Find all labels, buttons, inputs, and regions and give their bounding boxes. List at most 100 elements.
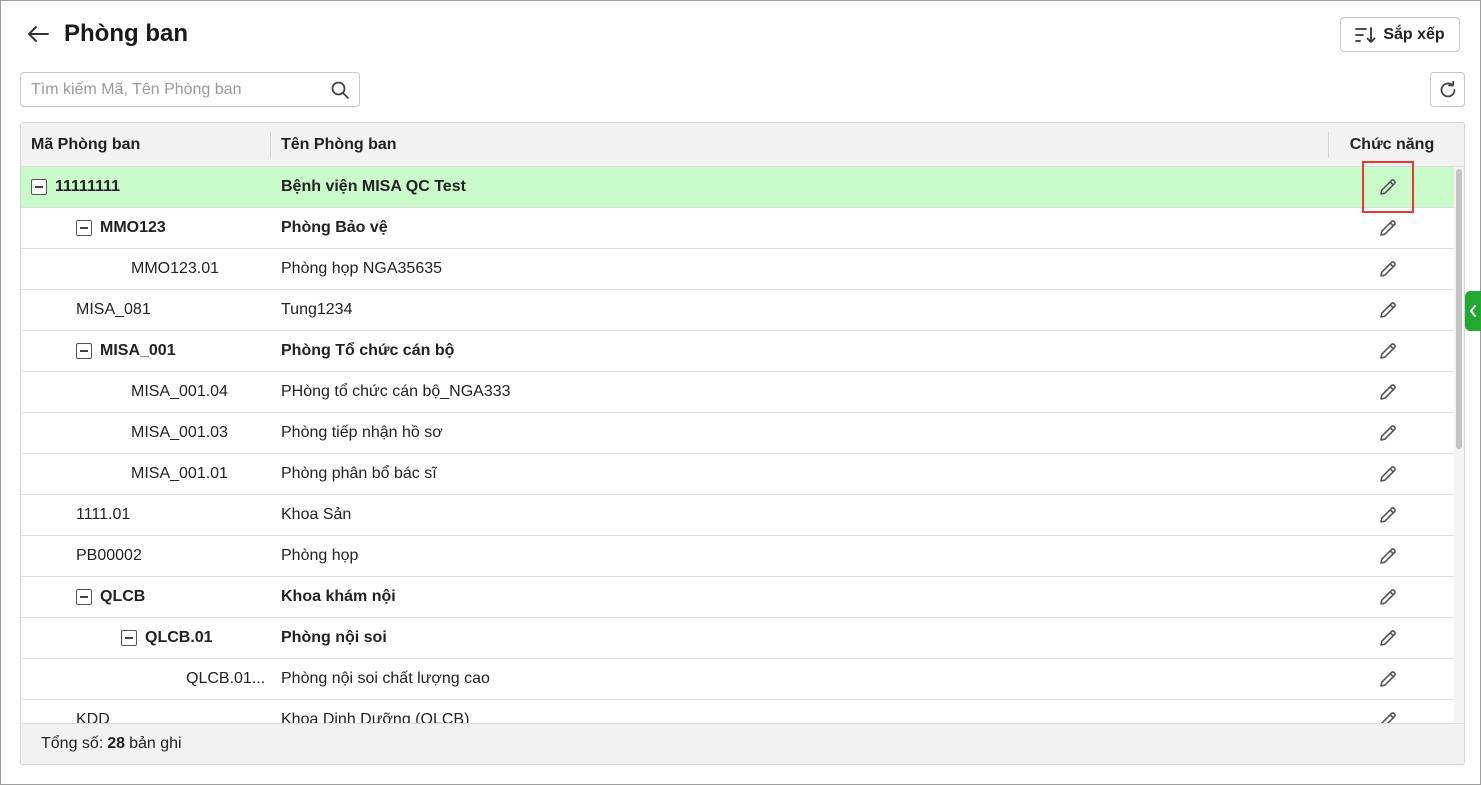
cell-code: KDD xyxy=(76,700,110,723)
table-footer: Tổng số: 28 bản ghi xyxy=(21,723,1464,764)
vertical-scrollbar[interactable] xyxy=(1454,167,1464,723)
table-header: Mã Phòng ban Tên Phòng ban Chức năng xyxy=(21,123,1464,167)
edit-button[interactable] xyxy=(1376,585,1400,609)
edit-button[interactable] xyxy=(1376,626,1400,650)
edit-pencil-icon xyxy=(1381,712,1396,723)
column-header-code[interactable]: Mã Phòng ban xyxy=(31,123,140,167)
cell-code: PB00002 xyxy=(76,536,142,576)
cell-code: MISA_001.04 xyxy=(131,372,228,412)
edit-button[interactable] xyxy=(1376,339,1400,363)
sort-icon xyxy=(1355,26,1376,43)
edit-button[interactable] xyxy=(1376,421,1400,445)
collapse-icon[interactable] xyxy=(76,589,92,605)
collapse-icon[interactable] xyxy=(76,343,92,359)
edit-button[interactable] xyxy=(1376,708,1400,723)
department-code: KDD xyxy=(76,711,110,723)
column-header-name[interactable]: Tên Phòng ban xyxy=(281,123,397,167)
table-row[interactable]: MMO123.01 Phòng họp NGA35635 xyxy=(21,249,1454,290)
table-row[interactable]: KDD Khoa Dinh Dưỡng (QLCB) xyxy=(21,700,1454,723)
cell-function xyxy=(1364,413,1412,453)
cell-code: 1111.01 xyxy=(76,495,130,535)
table-row[interactable]: QLCB.01... Phòng nội soi chất lượng cao xyxy=(21,659,1454,700)
search-box xyxy=(20,72,360,107)
collapse-icon[interactable] xyxy=(121,630,137,646)
department-name: Phòng họp xyxy=(281,547,359,564)
edit-pencil-icon xyxy=(1380,548,1396,564)
department-code: MISA_081 xyxy=(76,301,151,318)
department-name: Tung1234 xyxy=(281,301,353,318)
department-code: QLCB.01 xyxy=(145,629,213,646)
department-code: MISA_001.03 xyxy=(131,424,228,441)
department-code: 11111111 xyxy=(55,178,121,195)
edit-button[interactable] xyxy=(1376,380,1400,404)
edit-pencil-icon xyxy=(1380,466,1396,482)
collapse-icon[interactable] xyxy=(31,179,47,195)
cell-code: MMO123.01 xyxy=(131,249,219,289)
edit-pencil-icon xyxy=(1380,630,1396,646)
table-row[interactable]: PB00002 Phòng họp xyxy=(21,536,1454,577)
column-divider[interactable] xyxy=(1328,132,1329,158)
sort-button[interactable]: Sắp xếp xyxy=(1340,17,1460,52)
edit-pencil-icon xyxy=(1380,671,1396,687)
edit-pencil-icon xyxy=(1380,507,1396,523)
search-input[interactable] xyxy=(21,73,321,106)
department-code: 1111.01 xyxy=(76,506,131,523)
cell-code: QLCB.01 xyxy=(121,618,213,658)
edit-pencil-icon xyxy=(1380,302,1396,318)
edit-pencil-icon xyxy=(1380,384,1396,400)
collapse-icon[interactable] xyxy=(76,220,92,236)
department-code: PB00002 xyxy=(76,547,142,564)
total-label: Tổng số: xyxy=(41,735,104,752)
edit-button[interactable] xyxy=(1376,462,1400,486)
cell-function xyxy=(1364,659,1412,699)
table-row[interactable]: MISA_081 Tung1234 xyxy=(21,290,1454,331)
back-button[interactable] xyxy=(20,16,56,52)
edit-pencil-icon xyxy=(1380,589,1396,605)
cell-function xyxy=(1364,167,1412,207)
cell-code: 11111111 xyxy=(31,167,120,207)
edit-pencil-icon xyxy=(1380,179,1396,195)
search-button[interactable] xyxy=(321,73,359,106)
side-panel-toggle[interactable] xyxy=(1465,291,1481,331)
refresh-button[interactable] xyxy=(1430,72,1465,107)
column-divider[interactable] xyxy=(270,132,271,158)
cell-code: MISA_081 xyxy=(76,290,151,330)
department-name: PHòng tổ chức cán bộ_NGA333 xyxy=(281,383,511,400)
department-name: Phòng Tổ chức cán bộ xyxy=(281,342,455,359)
chevron-left-icon xyxy=(1470,305,1476,317)
cell-function xyxy=(1364,208,1412,248)
table-row[interactable]: 1111.01 Khoa Sản xyxy=(21,495,1454,536)
cell-function xyxy=(1364,700,1412,723)
department-name: Phòng nội soi xyxy=(281,629,387,646)
cell-function xyxy=(1364,249,1412,289)
refresh-icon xyxy=(1440,80,1455,97)
cell-function xyxy=(1364,331,1412,371)
edit-button[interactable] xyxy=(1376,298,1400,322)
table-row[interactable]: MISA_001.03 Phòng tiếp nhận hồ sơ xyxy=(21,413,1454,454)
edit-button[interactable] xyxy=(1376,216,1400,240)
cell-function xyxy=(1364,372,1412,412)
table-row[interactable]: QLCB Khoa khám nội xyxy=(21,577,1454,618)
department-name: Phòng tiếp nhận hồ sơ xyxy=(281,424,443,441)
edit-button[interactable] xyxy=(1376,667,1400,691)
table-row[interactable]: MISA_001.04 PHòng tổ chức cán bộ_NGA333 xyxy=(21,372,1454,413)
total-suffix: bản ghi xyxy=(129,735,182,752)
table-row[interactable]: 11111111 Bệnh viện MISA QC Test xyxy=(21,167,1454,208)
department-name: Phòng Bảo vệ xyxy=(281,219,388,236)
table-row[interactable]: MISA_001 Phòng Tổ chức cán bộ xyxy=(21,331,1454,372)
page-title: Phòng ban xyxy=(64,20,188,47)
table-row[interactable]: QLCB.01 Phòng nội soi xyxy=(21,618,1454,659)
search-icon xyxy=(331,81,349,99)
total-count: 28 xyxy=(107,735,126,752)
edit-button[interactable] xyxy=(1376,257,1400,281)
scrollbar-thumb[interactable] xyxy=(1456,169,1462,449)
table-body: 11111111 Bệnh viện MISA QC Test MMO123 Phòn… xyxy=(21,167,1454,723)
edit-button[interactable] xyxy=(1376,175,1400,199)
department-code: QLCB xyxy=(100,588,146,605)
edit-button[interactable] xyxy=(1376,503,1400,527)
table-row[interactable]: MISA_001.01 Phòng phân bổ bác sĩ xyxy=(21,454,1454,495)
table-row[interactable]: MMO123 Phòng Bảo vệ xyxy=(21,208,1454,249)
edit-button[interactable] xyxy=(1376,544,1400,568)
department-code: MMO123.01 xyxy=(131,260,220,277)
edit-pencil-icon xyxy=(1380,425,1396,441)
